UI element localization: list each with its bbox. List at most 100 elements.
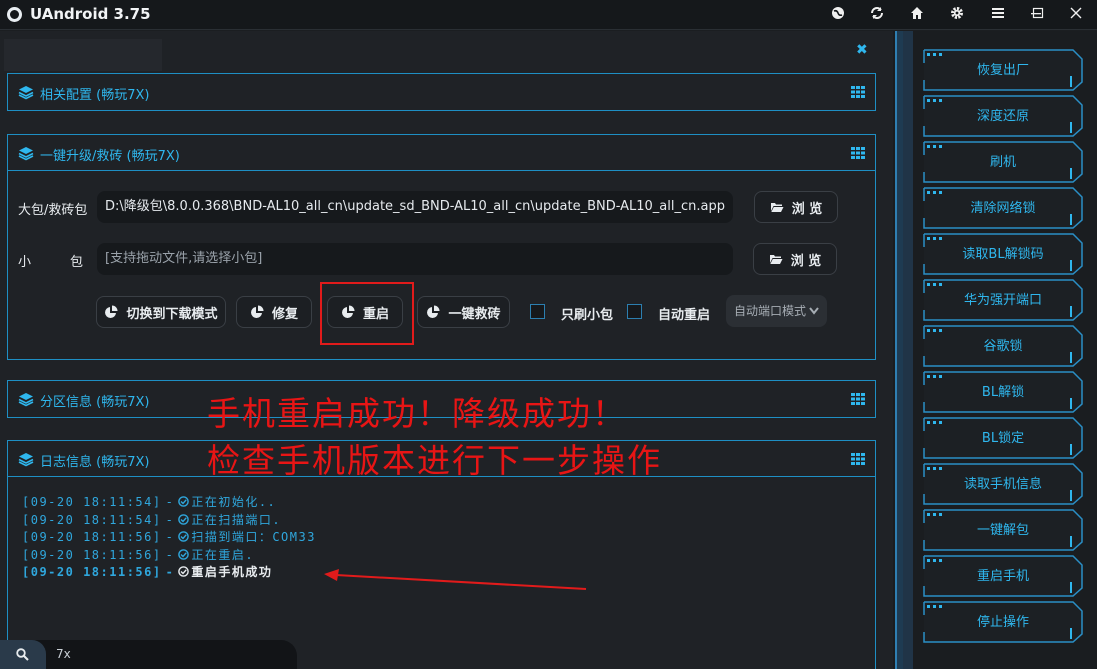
pie-chart-icon <box>342 305 355 318</box>
log-title: 日志信息 (畅玩7X) <box>40 455 150 470</box>
side-button[interactable]: 恢复出厂 <box>923 49 1083 91</box>
pie-chart-icon <box>427 305 440 318</box>
side-button-label: 一键解包 <box>976 523 1029 538</box>
grid-icon[interactable] <box>851 393 865 405</box>
repair-button[interactable]: 修复 <box>236 296 312 328</box>
small-package-path-field[interactable]: [支持拖动文件,请选择小包] <box>97 243 733 275</box>
gear-icon[interactable] <box>949 6 965 22</box>
close-panel-icon[interactable]: ✖ <box>856 42 868 58</box>
ghost-tab <box>4 39 162 71</box>
app-title: UAndroid 3.75 <box>30 5 151 23</box>
side-button[interactable]: 读取手机信息 <box>923 463 1083 505</box>
globe-icon[interactable] <box>830 6 846 22</box>
log-separator: - <box>165 512 175 527</box>
side-button-label: 恢复出厂 <box>976 63 1029 78</box>
side-button-label: BL锁定 <box>981 431 1025 446</box>
refresh-icon[interactable] <box>869 6 885 22</box>
port-mode-select[interactable]: 自动端口模式 <box>726 295 827 327</box>
layers-icon <box>18 86 34 100</box>
side-button-label: 华为强开端口 <box>963 293 1042 308</box>
auto-reboot-checkbox[interactable] <box>627 304 642 319</box>
side-button[interactable]: 谷歌锁 <box>923 325 1083 367</box>
small-package-label-2: 包 <box>70 255 84 270</box>
log-line: [09-20 18:11:56] - 重启手机成功 <box>22 563 272 580</box>
app-logo-icon <box>7 7 22 22</box>
side-button[interactable]: 停止操作 <box>923 601 1083 643</box>
flash-small-only-checkbox[interactable] <box>530 304 545 319</box>
auto-reboot-label: 自动重启 <box>658 308 711 323</box>
side-button[interactable]: 华为强开端口 <box>923 279 1083 321</box>
log-line: [09-20 18:11:54] - 正在初始化.. <box>22 493 276 510</box>
side-button[interactable]: 深度还原 <box>923 95 1083 137</box>
side-button-label: 读取手机信息 <box>963 477 1042 492</box>
search-button[interactable] <box>0 640 46 669</box>
reboot-button[interactable]: 重启 <box>327 296 403 328</box>
side-rail <box>895 31 913 669</box>
log-time: [09-20 18:11:56] <box>22 565 162 579</box>
folder-open-icon <box>770 203 784 212</box>
search-icon <box>16 648 29 661</box>
side-button-label: 深度还原 <box>976 109 1029 124</box>
log-line: [09-20 18:11:56] - 扫描到端口：COM33 <box>22 528 316 545</box>
side-button-label: 谷歌锁 <box>983 339 1023 354</box>
check-circle-icon <box>178 513 190 525</box>
side-button[interactable]: 刷机 <box>923 141 1083 183</box>
flash-small-only-label: 只刷小包 <box>561 308 614 323</box>
upgrade-section: 一键升级/救砖 (畅玩7X) 大包/救砖包 D:\降级包\8.0.0.368\B… <box>7 134 876 360</box>
grid-icon[interactable] <box>851 86 865 98</box>
annotation-line-2: 检查手机版本进行下一步操作 <box>207 441 662 480</box>
side-button[interactable]: 重启手机 <box>923 555 1083 597</box>
log-time: [09-20 18:11:56] <box>22 530 162 544</box>
switch-download-mode-button[interactable]: 切换到下载模式 <box>96 296 226 328</box>
log-separator: - <box>165 495 175 509</box>
side-button[interactable]: 一键解包 <box>923 509 1083 551</box>
side-button[interactable]: BL解锁 <box>923 371 1083 413</box>
partition-title: 分区信息 (畅玩7X) <box>40 395 150 410</box>
side-button[interactable]: BL锁定 <box>923 417 1083 459</box>
log-line: [09-20 18:11:54] - 正在扫描端口. <box>22 511 281 528</box>
close-icon[interactable] <box>1068 6 1084 22</box>
search-input[interactable]: 7x <box>56 647 71 661</box>
config-header[interactable]: 相关配置 (畅玩7X) <box>8 74 875 110</box>
pie-chart-icon <box>105 305 118 318</box>
side-button-label: BL解锁 <box>981 385 1025 400</box>
browse-big-package-button[interactable]: 浏 览 <box>754 191 838 223</box>
log-message: 扫描到端口：COM33 <box>191 530 316 544</box>
log-message: 重启手机成功 <box>191 565 273 579</box>
upgrade-header[interactable]: 一键升级/救砖 (畅玩7X) <box>8 135 875 171</box>
log-line: [09-20 18:11:56] - 正在重启. <box>22 546 254 563</box>
side-button-label: 读取BL解锁码 <box>962 247 1044 262</box>
layers-icon <box>18 147 34 161</box>
browse-label: 浏 览 <box>790 253 822 269</box>
side-button[interactable]: 读取BL解锁码 <box>923 233 1083 275</box>
log-separator: - <box>165 565 175 579</box>
big-package-path-field[interactable]: D:\降级包\8.0.0.368\BND-AL10_all_cn\update_… <box>97 191 733 223</box>
chevron-down-icon <box>809 307 819 315</box>
big-package-label: 大包/救砖包 <box>18 203 88 218</box>
check-circle-icon <box>178 531 190 542</box>
one-click-unbrick-label: 一键救砖 <box>448 306 501 322</box>
side-button-label: 清除网络锁 <box>970 201 1036 216</box>
browse-small-package-button[interactable]: 浏 览 <box>753 243 837 275</box>
one-click-unbrick-button[interactable]: 一键救砖 <box>417 296 510 328</box>
small-package-label-1: 小 <box>18 255 32 270</box>
grid-icon[interactable] <box>851 147 865 159</box>
side-button[interactable]: 清除网络锁 <box>923 187 1083 229</box>
layers-icon <box>18 453 34 467</box>
log-time: [09-20 18:11:54] <box>22 495 162 509</box>
menu-icon[interactable] <box>990 6 1006 22</box>
side-button-label: 重启手机 <box>976 569 1029 584</box>
log-separator: - <box>165 547 175 562</box>
check-circle-icon <box>178 496 190 507</box>
log-message: 正在扫描端口. <box>191 512 282 527</box>
grid-icon[interactable] <box>851 453 865 465</box>
switch-download-mode-label: 切换到下载模式 <box>126 306 218 322</box>
home-icon[interactable] <box>909 6 925 22</box>
maximize-icon[interactable] <box>1030 6 1046 22</box>
check-circle-icon <box>178 566 190 577</box>
browse-label: 浏 览 <box>791 201 823 217</box>
search-bar[interactable]: 7x <box>0 640 297 669</box>
repair-label: 修复 <box>271 306 298 322</box>
pie-chart-icon <box>251 305 264 318</box>
config-section: 相关配置 (畅玩7X) <box>7 73 876 111</box>
